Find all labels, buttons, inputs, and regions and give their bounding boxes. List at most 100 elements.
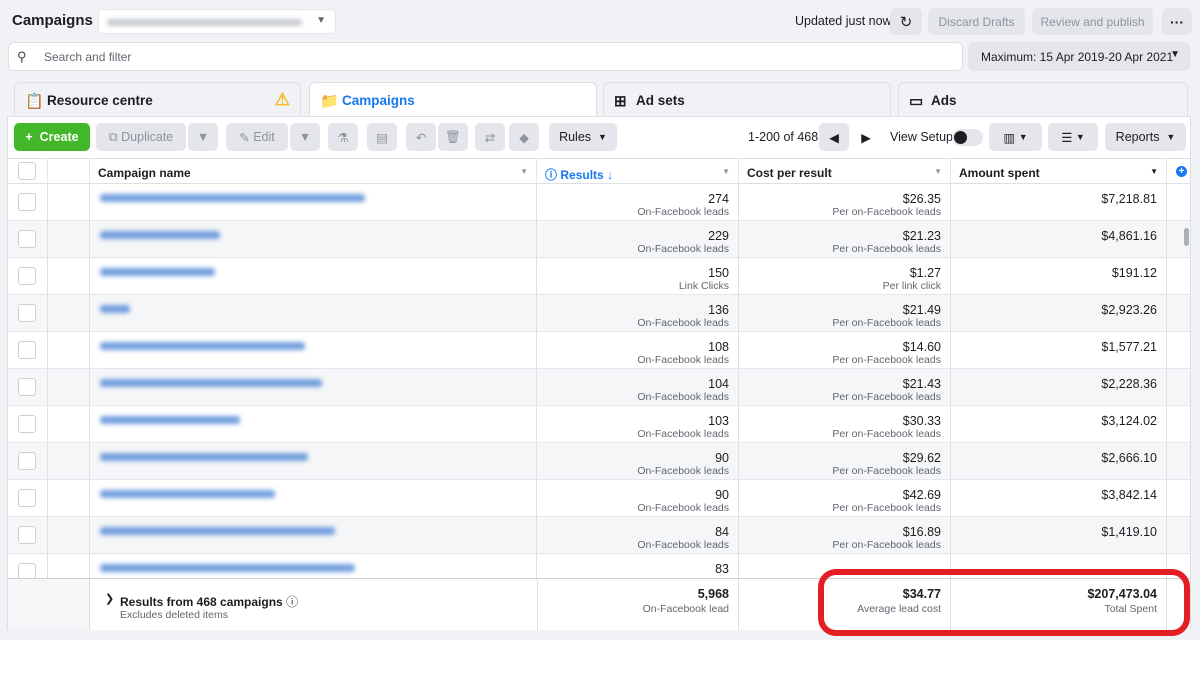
col-cost-per-result[interactable]: Cost per result ▼	[739, 159, 951, 184]
table-row[interactable]: 90 On-Facebook leads $29.62 Per on-Facebook…	[8, 443, 1190, 480]
campaign-name-cell[interactable]	[90, 443, 537, 479]
results-label: On-Facebook leads	[637, 206, 729, 218]
chevron-right-icon[interactable]: ❯	[105, 592, 114, 605]
row-checkbox[interactable]	[18, 304, 36, 322]
campaign-name-blurred	[100, 268, 215, 276]
row-checkbox[interactable]	[18, 489, 36, 507]
tab-ad-sets[interactable]: ⊞ Ad sets	[603, 82, 891, 117]
row-status-cell	[48, 443, 90, 479]
discard-drafts-button[interactable]: Discard Drafts	[928, 8, 1025, 35]
chevron-down-icon: ▼	[934, 167, 942, 176]
row-select-cell	[8, 369, 48, 405]
tag-button[interactable]: ◆	[509, 123, 539, 151]
row-status-cell	[48, 258, 90, 294]
row-status-cell	[48, 406, 90, 442]
next-page-button[interactable]: ▶	[851, 123, 881, 151]
row-checkbox[interactable]	[18, 378, 36, 396]
row-checkbox[interactable]	[18, 193, 36, 211]
preview-button[interactable]: ⇄	[475, 123, 505, 151]
col-amount-spent[interactable]: Amount spent ▼	[951, 159, 1167, 184]
tab-ads[interactable]: ▭ Ads	[898, 82, 1188, 117]
campaign-name-cell[interactable]	[90, 184, 537, 220]
row-checkbox[interactable]	[18, 230, 36, 248]
results-value: 274	[708, 192, 729, 206]
account-selector[interactable]: ▼	[98, 9, 336, 34]
undo-button[interactable]: ↶	[406, 123, 436, 151]
refresh-button[interactable]: ↻	[890, 8, 922, 35]
table-row[interactable]: 136 On-Facebook leads $21.49 Per on-Faceboo…	[8, 295, 1190, 332]
campaign-name-blurred	[100, 379, 322, 387]
table-row[interactable]: 150 Link Clicks $1.27 Per link click $191.12	[8, 258, 1190, 295]
row-select-cell	[8, 443, 48, 479]
results-value: 104	[708, 377, 729, 391]
tab-campaigns[interactable]: 📁 Campaigns	[309, 82, 597, 117]
duplicate-dropdown[interactable]: ▼	[188, 123, 218, 151]
reports-button[interactable]: Reports ▼	[1105, 123, 1186, 151]
add-column-icon[interactable]: +	[1176, 166, 1187, 177]
amount-value: $3,124.02	[1101, 414, 1157, 428]
col-results[interactable]: ⓘ Results ↓ ▼	[537, 159, 739, 184]
campaign-table: Campaign name ▼ ⓘ Results ↓ ▼ Cost per res…	[8, 158, 1190, 630]
search-placeholder: Search and filter	[44, 50, 132, 64]
table-row[interactable]: 84 On-Facebook leads $16.89 Per on-Facebook…	[8, 517, 1190, 554]
tab-resource-centre[interactable]: 📋 Resource centre ⚠	[14, 82, 301, 117]
select-all-checkbox[interactable]	[18, 162, 36, 180]
scrollbar-thumb[interactable]	[1184, 228, 1189, 246]
search-filter-input[interactable]: ⚲ Search and filter	[8, 42, 963, 71]
window-icon: ▭	[909, 93, 924, 110]
campaign-name-cell[interactable]	[90, 480, 537, 516]
breakdown-button[interactable]: ☰ ▼	[1048, 123, 1098, 151]
row-checkbox[interactable]	[18, 341, 36, 359]
date-range-picker[interactable]: Maximum: 15 Apr 2019-20 Apr 2021 ▼	[968, 42, 1190, 71]
duplicate-button[interactable]: ⧉ Duplicate	[96, 123, 186, 151]
row-status-cell	[48, 332, 90, 368]
row-checkbox[interactable]	[18, 452, 36, 470]
cost-cell: $21.49 Per on-Facebook leads	[739, 295, 951, 331]
more-options-button[interactable]: ···	[1162, 8, 1192, 35]
row-checkbox[interactable]	[18, 415, 36, 433]
campaign-name-cell[interactable]	[90, 221, 537, 257]
col-campaign-name[interactable]: Campaign name ▼	[90, 159, 537, 184]
clipboard-button[interactable]: ▤	[367, 123, 397, 151]
col-label: Results	[560, 168, 604, 182]
campaign-name-cell[interactable]	[90, 406, 537, 442]
campaign-name-cell[interactable]	[90, 258, 537, 294]
ab-test-button[interactable]: ⚗	[328, 123, 358, 151]
summary-results: 5,968 On-Facebook lead	[537, 579, 739, 630]
prev-page-button[interactable]: ◀	[819, 123, 849, 151]
results-cell: 90 On-Facebook leads	[537, 443, 739, 479]
campaign-name-cell[interactable]	[90, 369, 537, 405]
campaign-name-blurred	[100, 564, 355, 572]
pencil-icon: ✎	[239, 130, 250, 145]
delete-button[interactable]: 🗑	[438, 123, 468, 151]
table-row[interactable]: 108 On-Facebook leads $14.60 Per on-Faceboo…	[8, 332, 1190, 369]
create-button[interactable]: + Create	[14, 123, 90, 151]
row-checkbox[interactable]	[18, 267, 36, 285]
cost-label: Per on-Facebook leads	[832, 428, 941, 440]
campaign-name-cell[interactable]	[90, 295, 537, 331]
table-row[interactable]: 229 On-Facebook leads $21.23 Per on-Faceboo…	[8, 221, 1190, 258]
columns-button[interactable]: ▥ ▼	[989, 123, 1042, 151]
edit-dropdown[interactable]: ▼	[290, 123, 320, 151]
row-checkbox[interactable]	[18, 526, 36, 544]
campaign-name-cell[interactable]	[90, 332, 537, 368]
search-icon: ⚲	[17, 49, 27, 64]
amount-value: $1,419.10	[1101, 525, 1157, 539]
review-publish-button[interactable]: Review and publish	[1032, 8, 1153, 35]
table-row[interactable]: 103 On-Facebook leads $30.33 Per on-Faceboo…	[8, 406, 1190, 443]
table-row[interactable]: 104 On-Facebook leads $21.43 Per on-Faceboo…	[8, 369, 1190, 406]
updated-status: Updated just now	[795, 14, 892, 28]
info-icon: ⓘ	[286, 595, 299, 609]
table-row[interactable]: 274 On-Facebook leads $26.35 Per on-Faceboo…	[8, 184, 1190, 221]
chevron-down-icon: ▼	[316, 15, 326, 26]
amount-cell: $3,124.02	[951, 406, 1167, 442]
undo-icon: ↶	[415, 130, 427, 145]
campaign-name-cell[interactable]	[90, 517, 537, 553]
duplicate-icon: ⧉	[108, 129, 118, 144]
cost-value: $14.60	[902, 340, 941, 354]
results-value: 90	[715, 488, 729, 502]
view-setup-toggle[interactable]	[952, 129, 983, 146]
rules-button[interactable]: Rules ▼	[549, 123, 617, 151]
table-row[interactable]: 90 On-Facebook leads $42.69 Per on-Facebook…	[8, 480, 1190, 517]
edit-button[interactable]: ✎ Edit	[226, 123, 288, 151]
